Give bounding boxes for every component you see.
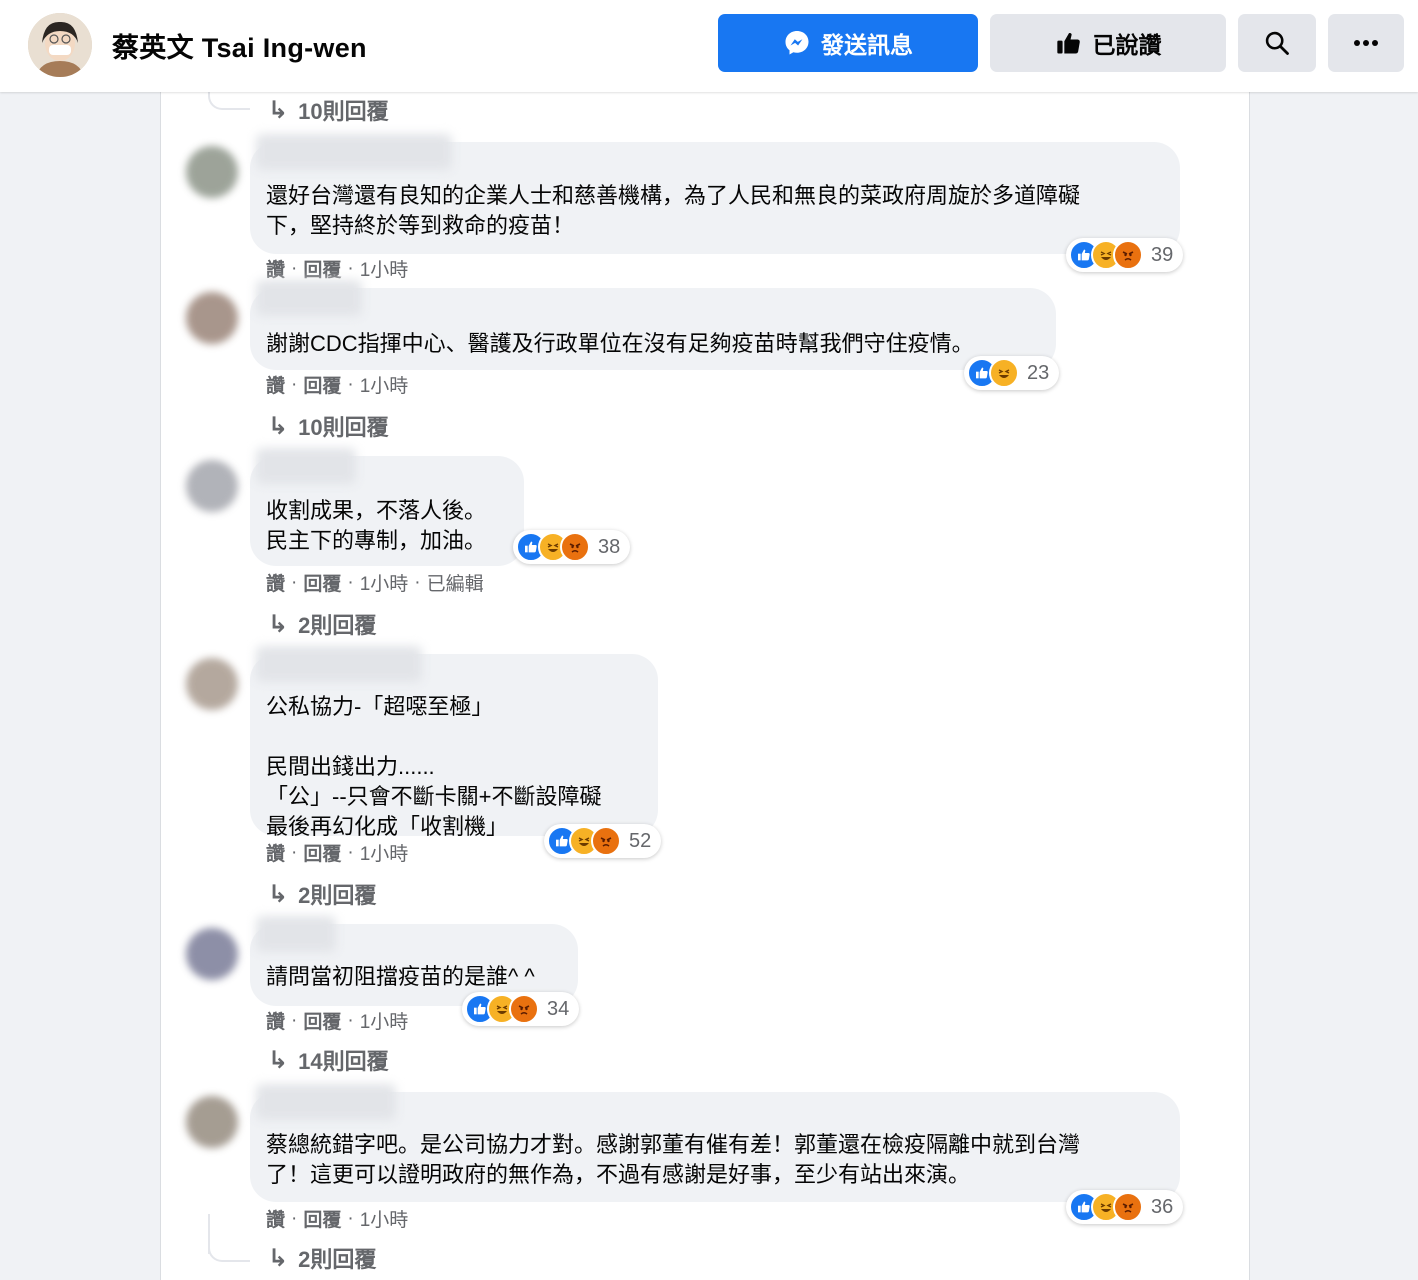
view-replies-label: 2則回覆: [298, 883, 377, 908]
view-replies-label: 14則回覆: [298, 1049, 389, 1074]
comment-time[interactable]: 1小時: [360, 569, 409, 596]
commenter-name[interactable]: [256, 1084, 396, 1120]
reply-action[interactable]: 回覆: [303, 255, 341, 282]
page-avatar[interactable]: [28, 13, 92, 77]
commenter-avatar[interactable]: [186, 1096, 238, 1148]
view-replies-label: 10則回覆: [298, 415, 389, 440]
like-action[interactable]: 讚: [266, 255, 285, 282]
reply-arrow-icon: ↳: [268, 96, 289, 124]
send-message-label: 發送訊息: [821, 32, 913, 58]
reaction-summary[interactable]: 38: [513, 530, 631, 564]
reaction-summary[interactable]: 39: [1066, 238, 1184, 272]
reaction-count: 39: [1151, 243, 1174, 266]
reply-arrow-icon: ↳: [268, 1244, 289, 1272]
comment-text: 蔡總統錯字吧。是公司協力才對。感謝郭董有催有差！郭董還在檢疫隔離中就到台灣 了！…: [266, 1132, 1081, 1187]
reaction-summary[interactable]: 36: [1066, 1190, 1184, 1224]
comment-text: 請問當初阻擋疫苗的是誰^ ^: [266, 964, 535, 989]
reaction-count: 38: [598, 535, 621, 558]
comment-actions: 讚 · 回覆 · 1小時: [266, 839, 408, 866]
edited-label[interactable]: 已編輯: [427, 569, 484, 596]
view-replies-link[interactable]: ↳ 2則回覆: [268, 1242, 376, 1274]
comment-actions: 讚 · 回覆 · 1小時: [266, 255, 408, 282]
comment-bubble: 蔡總統錯字吧。是公司協力才對。感謝郭董有催有差！郭董還在檢疫隔離中就到台灣 了！…: [250, 1084, 1180, 1202]
more-options-button[interactable]: [1328, 14, 1404, 72]
reply-action[interactable]: 回覆: [303, 1205, 341, 1232]
comment-text: 謝謝CDC指揮中心、醫護及行政單位在沒有足夠疫苗時幫我們守住疫情。: [266, 331, 974, 356]
comment-actions: 讚 · 回覆 · 1小時 · 已編輯: [266, 569, 484, 596]
comment-actions: 讚 · 回覆 · 1小時: [266, 1205, 408, 1232]
thumbs-up-icon: [1055, 29, 1083, 57]
reply-action[interactable]: 回覆: [303, 839, 341, 866]
reaction-count: 34: [547, 997, 570, 1020]
send-message-button[interactable]: 發送訊息: [718, 14, 978, 72]
comment-bubble: 謝謝CDC指揮中心、醫護及行政單位在沒有足夠疫苗時幫我們守住疫情。: [250, 280, 1056, 370]
angry-reaction-icon: [591, 826, 621, 856]
comment-actions: 讚 · 回覆 · 1小時: [266, 1007, 408, 1034]
page-title[interactable]: 蔡英文 Tsai Ing-wen: [112, 26, 367, 65]
commenter-avatar[interactable]: [186, 146, 238, 198]
comment-time[interactable]: 1小時: [360, 839, 409, 866]
haha-reaction-icon: [989, 358, 1019, 388]
commenter-name[interactable]: [256, 134, 452, 170]
reply-arrow-icon: ↳: [268, 880, 289, 908]
comment-time[interactable]: 1小時: [360, 1205, 409, 1232]
view-replies-link[interactable]: ↳ 10則回覆: [268, 410, 389, 442]
view-replies-link[interactable]: ↳ 2則回覆: [268, 608, 376, 640]
thread-line: [208, 1236, 250, 1262]
comment-text: 收割成果，不落人後。 民主下的專制，加油。: [266, 498, 487, 553]
view-replies-link[interactable]: ↳ 10則回覆: [268, 94, 389, 126]
comment-bubble: 公私協力-「超噁至極」 民間出錢出力...... 「公」--只會不斷卡關+不斷設…: [250, 646, 658, 839]
reply-action[interactable]: 回覆: [303, 371, 341, 398]
angry-reaction-icon: [509, 994, 539, 1024]
view-replies-link[interactable]: ↳ 2則回覆: [268, 878, 376, 910]
commenter-avatar[interactable]: [186, 658, 238, 710]
commenter-avatar[interactable]: [186, 928, 238, 980]
page-header: 蔡英文 Tsai Ing-wen 發送訊息 已說讚: [0, 0, 1418, 92]
commenter-name[interactable]: [256, 916, 336, 952]
reaction-summary[interactable]: 34: [462, 992, 580, 1026]
view-replies-label: 2則回覆: [298, 613, 377, 638]
comment-time[interactable]: 1小時: [360, 255, 409, 282]
messenger-icon: [783, 29, 811, 57]
comment-time[interactable]: 1小時: [360, 371, 409, 398]
like-action[interactable]: 讚: [266, 1205, 285, 1232]
liked-button[interactable]: 已說讚: [990, 14, 1226, 72]
reaction-summary[interactable]: 23: [964, 356, 1060, 390]
commenter-name[interactable]: [256, 448, 356, 484]
reaction-count: 36: [1151, 1195, 1174, 1218]
thread-line: [208, 92, 250, 110]
comment-text: 公私協力-「超噁至極」 民間出錢出力...... 「公」--只會不斷卡關+不斷設…: [266, 694, 602, 839]
reaction-count: 23: [1027, 361, 1050, 384]
reply-action[interactable]: 回覆: [303, 569, 341, 596]
search-button[interactable]: [1238, 14, 1316, 72]
angry-reaction-icon: [560, 532, 590, 562]
comment-actions: 讚 · 回覆 · 1小時: [266, 371, 408, 398]
reaction-count: 52: [629, 829, 652, 852]
commenter-name[interactable]: [256, 646, 422, 682]
comment-time[interactable]: 1小時: [360, 1007, 409, 1034]
comment-bubble: 還好台灣還有良知的企業人士和慈善機構，為了人民和無良的菜政府周旋於多道障礙 下，…: [250, 134, 1180, 254]
like-action[interactable]: 讚: [266, 371, 285, 398]
view-replies-link[interactable]: ↳ 14則回覆: [268, 1044, 389, 1076]
reply-action[interactable]: 回覆: [303, 1007, 341, 1034]
angry-reaction-icon: [1113, 1192, 1143, 1222]
like-action[interactable]: 讚: [266, 839, 285, 866]
reply-arrow-icon: ↳: [268, 1046, 289, 1074]
reply-arrow-icon: ↳: [268, 412, 289, 440]
reaction-summary[interactable]: 52: [544, 824, 662, 858]
liked-label: 已說讚: [1092, 32, 1162, 58]
view-replies-label: 2則回覆: [298, 1247, 377, 1272]
comment-bubble: 收割成果，不落人後。 民主下的專制，加油。: [250, 448, 524, 566]
angry-reaction-icon: [1113, 240, 1143, 270]
more-icon: [1352, 38, 1380, 48]
view-replies-label: 10則回覆: [298, 99, 389, 124]
reply-arrow-icon: ↳: [268, 610, 289, 638]
like-action[interactable]: 讚: [266, 1007, 285, 1034]
comment-text: 還好台灣還有良知的企業人士和慈善機構，為了人民和無良的菜政府周旋於多道障礙 下，…: [266, 183, 1081, 238]
search-icon: [1263, 29, 1291, 57]
commenter-name[interactable]: [256, 280, 362, 316]
commenter-avatar[interactable]: [186, 460, 238, 512]
commenter-avatar[interactable]: [186, 292, 238, 344]
like-action[interactable]: 讚: [266, 569, 285, 596]
